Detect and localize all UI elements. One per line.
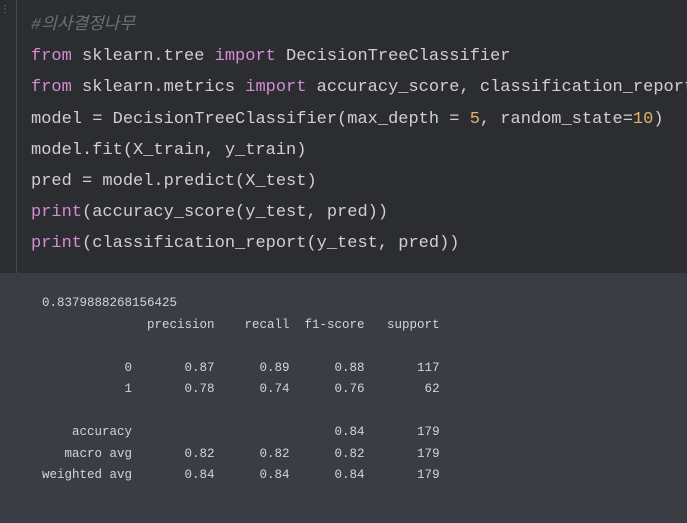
code-line: model = DecisionTreeClassifier(max_depth… (31, 104, 687, 135)
code-token: (classification_report(y_test, pred)) (82, 234, 460, 254)
output-line: 0.8379888268156425 (42, 296, 178, 310)
code-token: sklearn.tree (71, 47, 215, 67)
code-token: = (449, 109, 460, 129)
code-editor[interactable]: #의사결정나무 from sklearn.tree import Decision… (31, 10, 687, 260)
code-token: , random_state (479, 109, 623, 129)
code-token: 10 (632, 109, 654, 129)
code-token: = (622, 109, 633, 129)
output-line: 0 0.87 0.89 0.88 117 (42, 360, 440, 375)
code-line: #의사결정나무 (31, 10, 687, 41)
code-token: DecisionTreeClassifier (275, 47, 511, 67)
code-line: model.fit(X_train, y_train) (31, 135, 687, 166)
output-line: macro avg 0.82 0.82 0.82 179 (42, 446, 440, 461)
code-token: from (31, 78, 72, 98)
code-line: print(classification_report(y_test, pred… (31, 228, 687, 259)
code-token: import (245, 78, 307, 98)
code-line: pred = model.predict(X_test) (31, 166, 687, 197)
code-token: model (31, 109, 93, 129)
output-line: accuracy 0.84 179 (42, 425, 440, 439)
output-line: 1 0.78 0.74 0.76 62 (42, 382, 440, 396)
cell-output: 0.8379888268156425 precision recall f1-s… (0, 273, 687, 523)
code-token: = (82, 171, 93, 191)
code-token: accuracy_score, classification_report (306, 78, 687, 98)
code-token: from (31, 47, 72, 67)
code-token: import (214, 47, 276, 67)
code-token: (accuracy_score(y_test, pred)) (82, 203, 389, 223)
code-line: from sklearn.tree import DecisionTreeCla… (31, 41, 687, 72)
output-line: precision recall f1-score support (42, 317, 440, 332)
output-text: 0.8379888268156425 precision recall f1-s… (42, 293, 440, 487)
code-line: from sklearn.metrics import accuracy_sco… (31, 72, 687, 103)
code-token: DecisionTreeClassifier(max_depth (102, 109, 450, 129)
code-token: print (31, 234, 83, 254)
code-line: print(accuracy_score(y_test, pred)) (31, 197, 687, 228)
code-token: #의사결정나무 (31, 16, 136, 35)
code-cell[interactable]: ⋮ #의사결정나무 from sklearn.tree import Decisi… (0, 0, 687, 273)
output-line: weighted avg 0.84 0.84 0.84 179 (42, 468, 440, 482)
code-token: pred (31, 171, 83, 191)
code-token: print (31, 203, 83, 223)
cell-divider (16, 0, 17, 273)
code-token: = (92, 109, 103, 129)
code-token: sklearn.metrics (71, 78, 246, 98)
code-token: 5 (469, 109, 480, 129)
code-token: ) (653, 109, 664, 129)
code-token: model.fit(X_train, y_train) (31, 140, 307, 160)
code-token: model.predict(X_test) (92, 171, 317, 191)
cell-marker-icon: ⋮ (0, 4, 10, 15)
